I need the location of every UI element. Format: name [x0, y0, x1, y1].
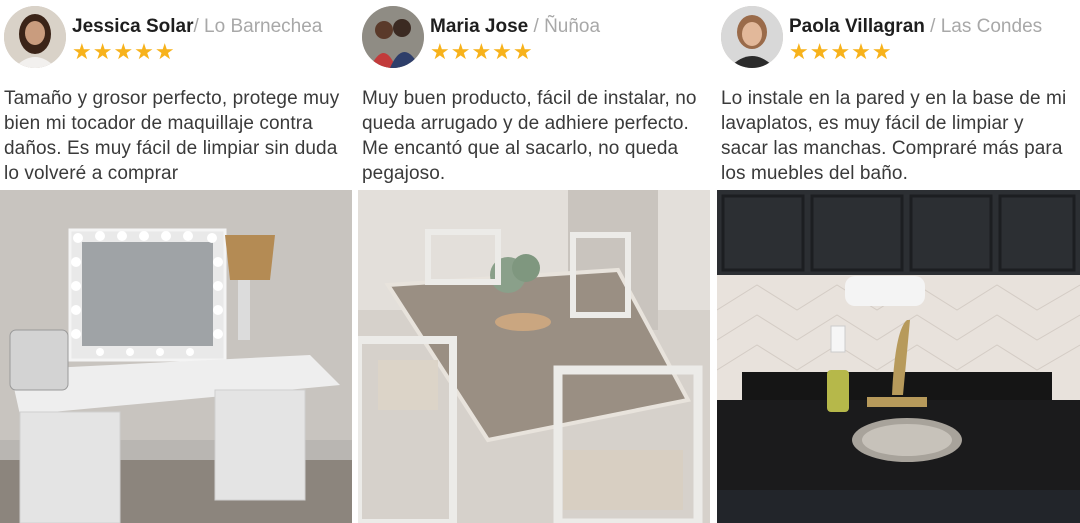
- review-photo: [0, 190, 352, 523]
- star-rating: ★★★★★: [430, 40, 534, 65]
- reviewer-name: Maria Jose: [430, 16, 529, 37]
- reviewer-header: Paola Villagran / Las Condes: [789, 16, 1042, 38]
- review-card: Jessica Solar/ Lo Barnechea ★★★★★ Tamaño…: [0, 0, 352, 523]
- reviewer-location: / Lo Barnechea: [193, 16, 323, 37]
- review-photo: [358, 190, 710, 523]
- star-rating: ★★★★★: [789, 40, 893, 65]
- reviewer-header: Jessica Solar/ Lo Barnechea: [72, 16, 322, 38]
- star-rating: ★★★★★: [72, 40, 176, 65]
- review-text: Muy buen producto, fácil de instalar, no…: [362, 88, 697, 184]
- avatar: [362, 6, 424, 68]
- review-text: Lo instale en la pared y en la base de m…: [721, 88, 1067, 184]
- avatar: [721, 6, 783, 68]
- reviewer-name: Paola Villagran: [789, 16, 925, 37]
- review-card: Paola Villagran / Las Condes ★★★★★ Lo in…: [717, 0, 1080, 523]
- review-photo: [717, 190, 1080, 523]
- avatar: [4, 6, 66, 68]
- reviewer-location: / Ñuñoa: [533, 16, 601, 37]
- reviewer-location: / Las Condes: [930, 16, 1043, 37]
- reviewer-header: Maria Jose / Ñuñoa: [430, 16, 600, 38]
- review-card: Maria Jose / Ñuñoa ★★★★★ Muy buen produc…: [358, 0, 710, 523]
- review-text: Tamaño y grosor perfecto, protege muy bi…: [4, 88, 340, 184]
- reviewer-name: Jessica Solar: [72, 16, 194, 37]
